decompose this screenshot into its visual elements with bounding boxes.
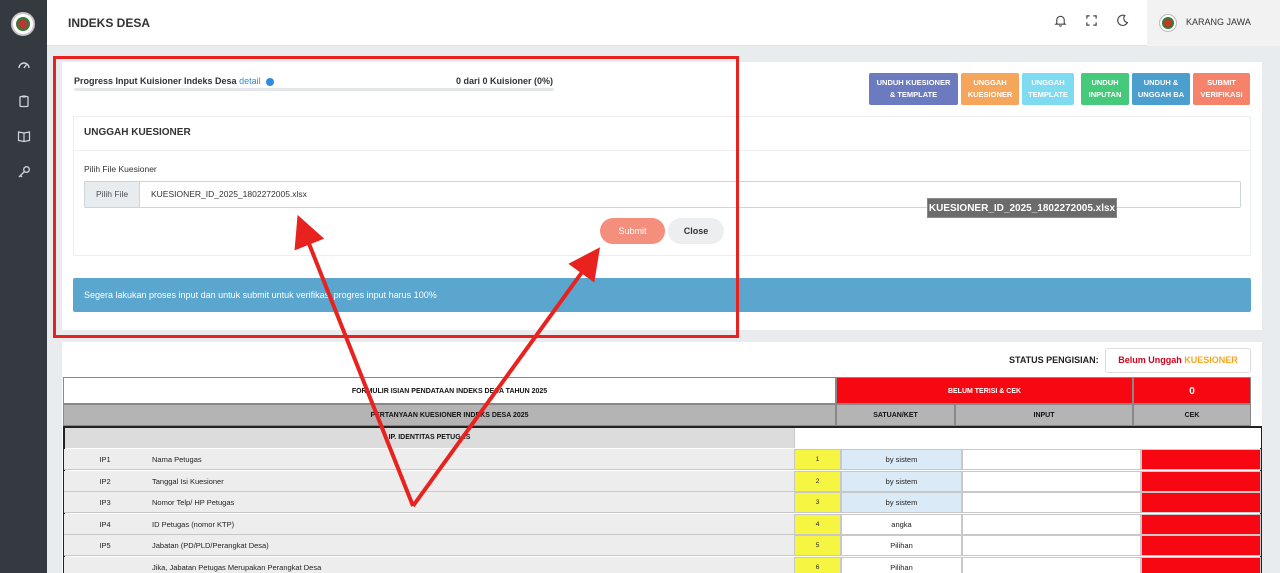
moon-icon[interactable]: [1114, 14, 1130, 30]
status-badge-part2: KUESIONER: [1184, 355, 1238, 365]
row-code: IP2: [99, 477, 111, 486]
bell-icon[interactable]: [1052, 14, 1068, 30]
row-input-cell[interactable]: [962, 557, 1141, 573]
unduh-kuesioner-template-line2: & TEMPLATE: [889, 90, 938, 99]
sidebar: [0, 0, 47, 573]
col-header-input: INPUT: [955, 404, 1133, 426]
page-title: INDEKS DESA: [68, 16, 151, 30]
row-question: ID Petugas (nomor KTP): [152, 520, 235, 529]
col-header-cek: CEK: [1133, 404, 1251, 426]
unduh-inputan-line2: INPUTAN: [1088, 90, 1122, 99]
row-code: IP3: [99, 498, 111, 507]
row-satuan: by sistem: [841, 471, 962, 492]
section-header-blank: [794, 428, 1261, 448]
row-question: Nama Petugas: [152, 455, 202, 464]
unduh-unggah-ba-button[interactable]: UNDUH & UNGGAH BA: [1132, 73, 1190, 105]
fullscreen-icon[interactable]: [1083, 14, 1099, 30]
status-label: STATUS PENGISIAN:: [1009, 355, 1099, 365]
unggah-kuesioner-line2: KUESIONER: [967, 90, 1013, 99]
status-badge: Belum Unggah KUESIONER: [1105, 348, 1251, 373]
row-number: 2: [794, 471, 841, 492]
row-question: Nomor Telp/ HP Petugas: [152, 498, 235, 507]
row-number: 3: [794, 492, 841, 513]
col-header-satuan: SATUAN/KET: [836, 404, 955, 426]
row-number: 4: [794, 514, 841, 535]
unduh-kuesioner-template-button[interactable]: UNDUH KUESIONER & TEMPLATE: [869, 73, 958, 105]
topbar: INDEKS DESA KARANG JAWA: [47, 0, 1280, 46]
belum-terisi-label: BELUM TERISI & CEK: [836, 377, 1133, 404]
row-cek-cell: [1141, 514, 1261, 535]
unggah-template-line1: UNGGAH: [1031, 78, 1065, 87]
row-satuan: Pilihan: [841, 535, 962, 556]
unggah-kuesioner-line1: UNGGAH: [973, 78, 1007, 87]
submit-verifikasi-line1: SUBMIT: [1207, 78, 1236, 87]
row-number: 1: [794, 449, 841, 470]
belum-terisi-count: 0: [1133, 377, 1251, 404]
unduh-kuesioner-template-line1: UNDUH KUESIONER: [876, 78, 951, 87]
row-number: 6: [794, 557, 841, 573]
row-question: Tanggal Isi Kuesioner: [152, 477, 224, 486]
row-number: 5: [794, 535, 841, 556]
table-title: FORMULIR ISIAN PENDATAAN INDEKS DESA TAH…: [63, 377, 836, 404]
book-icon[interactable]: [16, 129, 32, 145]
key-icon[interactable]: [16, 165, 32, 181]
row-cek-cell: [1141, 492, 1261, 513]
row-input-cell[interactable]: [962, 514, 1141, 535]
row-cek-cell: [1141, 449, 1261, 470]
status-badge-part1: Belum Unggah: [1118, 355, 1182, 365]
file-tooltip: KUESIONER_ID_2025_1802272005.xlsx: [927, 198, 1117, 218]
row-input-cell[interactable]: [962, 535, 1141, 556]
unduh-inputan-line1: UNDUH: [1091, 78, 1119, 87]
unggah-kuesioner-button[interactable]: UNGGAH KUESIONER: [961, 73, 1019, 105]
app-logo[interactable]: [11, 12, 35, 36]
row-input-cell[interactable]: [962, 471, 1141, 492]
row-satuan: angka: [841, 514, 962, 535]
row-question: Jika, Jabatan Petugas Merupakan Perangka…: [152, 563, 322, 572]
row-code: IP5: [99, 541, 111, 550]
avatar: [1159, 14, 1177, 32]
unduh-unggah-ba-line2: UNGGAH BA: [1137, 90, 1185, 99]
row-satuan: by sistem: [841, 492, 962, 513]
row-cek-cell: [1141, 471, 1261, 492]
unduh-inputan-button[interactable]: UNDUH INPUTAN: [1081, 73, 1129, 105]
section-header: IP. IDENTITAS PETUGAS: [65, 428, 794, 448]
unggah-template-line2: TEMPLATE: [1028, 90, 1068, 99]
row-satuan: by sistem: [841, 449, 962, 470]
row-input-cell[interactable]: [962, 449, 1141, 470]
row-code: IP4: [99, 520, 111, 529]
row-cek-cell: [1141, 535, 1261, 556]
submit-verifikasi-line2: VERIFIKASI: [1200, 90, 1243, 99]
col-header-question: PERTANYAAN KUESIONER INDEKS DESA 2025: [63, 404, 836, 426]
row-satuan: Pilihan: [841, 557, 962, 573]
row-question: Jabatan (PD/PLD/Perangkat Desa): [152, 541, 269, 550]
row-input-cell[interactable]: [962, 492, 1141, 513]
user-name: KARANG JAWA: [1186, 17, 1251, 27]
unduh-unggah-ba-line1: UNDUH &: [1143, 78, 1179, 87]
unggah-template-button[interactable]: UNGGAH TEMPLATE: [1022, 73, 1074, 105]
clipboard-icon[interactable]: [16, 94, 32, 110]
row-cek-cell: [1141, 557, 1261, 573]
row-code: IP1: [99, 455, 111, 464]
user-menu[interactable]: KARANG JAWA: [1147, 0, 1280, 46]
submit-verifikasi-button[interactable]: SUBMIT VERIFIKASI: [1193, 73, 1250, 105]
annotation-highlight-box: [53, 56, 739, 338]
dashboard-icon[interactable]: [16, 58, 32, 74]
